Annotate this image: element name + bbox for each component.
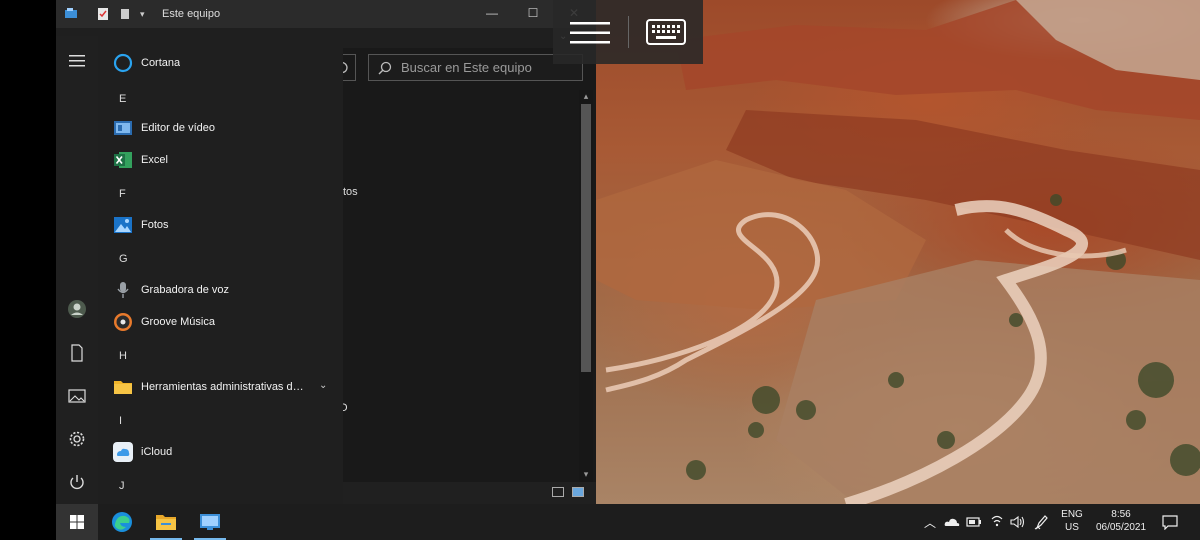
section-letter-i[interactable]: I	[119, 415, 122, 427]
scroll-up-arrow[interactable]: ▴	[579, 90, 593, 102]
video-editor-icon	[112, 117, 134, 139]
edge-icon	[112, 512, 132, 532]
folder-icon	[112, 376, 134, 398]
scroll-thumb[interactable]	[581, 104, 591, 372]
expand-menu-button[interactable]	[60, 44, 94, 78]
app-item-photos[interactable]: Fotos	[106, 210, 336, 240]
app-label: Groove Música	[141, 316, 215, 328]
clock-date: 06/05/2021	[1095, 522, 1147, 533]
user-account-button[interactable]	[60, 292, 94, 326]
start-rail	[56, 36, 98, 504]
region-code: US	[1065, 522, 1079, 533]
app-label: Cortana	[141, 57, 181, 69]
maximize-button[interactable]: ☐	[526, 6, 540, 20]
cortana-icon	[112, 52, 134, 74]
content-fragment: tos	[343, 186, 358, 198]
document-icon	[71, 344, 83, 362]
taskbar: ︿ ENG US 8:56 06/05/2021	[56, 504, 1200, 540]
start-button[interactable]	[56, 504, 98, 540]
this-pc-icon	[200, 514, 220, 530]
new-folder-icon[interactable]	[118, 7, 132, 21]
desktop-wallpaper	[596, 0, 1200, 504]
canyon-landscape	[596, 0, 1200, 504]
overlay-divider	[628, 16, 629, 48]
explorer-titlebar[interactable]: ▾ Este equipo — ☐ ✕	[56, 0, 596, 28]
overlay-menu-button[interactable]	[569, 20, 611, 46]
pictures-icon	[68, 389, 86, 403]
taskbar-file-explorer-button[interactable]	[146, 504, 186, 540]
app-label: Excel	[141, 154, 168, 166]
groove-music-icon	[112, 311, 134, 333]
search-box[interactable]	[368, 54, 583, 81]
explorer-content[interactable]: tos O	[339, 90, 579, 480]
customize-toolbar-icon[interactable]: ▾	[140, 7, 154, 21]
onedrive-icon[interactable]	[944, 517, 960, 527]
windows-logo-icon	[70, 515, 84, 529]
language-code: ENG	[1061, 509, 1083, 520]
avatar-icon	[68, 300, 86, 318]
gear-icon	[69, 431, 85, 447]
minimize-button[interactable]: —	[485, 6, 499, 20]
section-letter-h[interactable]: H	[119, 350, 127, 362]
clock[interactable]: 8:56 06/05/2021	[1092, 508, 1150, 534]
taskbar-this-pc-button[interactable]	[190, 504, 230, 540]
section-letter-f[interactable]: F	[119, 188, 126, 200]
remote-overlay-toolbar	[553, 0, 703, 64]
power-button[interactable]	[60, 465, 94, 499]
start-menu[interactable]: Cortana E Editor de vídeo Excel F Fotos …	[56, 36, 343, 504]
app-item-excel[interactable]: Excel	[106, 145, 336, 175]
input-language-indicator[interactable]: ENG US	[1056, 508, 1088, 534]
taskbar-edge-button[interactable]	[102, 504, 142, 540]
app-item-icloud[interactable]: iCloud	[106, 437, 336, 467]
app-label: Herramientas administrativas de...	[141, 381, 306, 393]
vertical-scrollbar[interactable]: ▴ ▾	[579, 90, 593, 482]
explorer-app-icon	[64, 7, 78, 21]
section-letter-e[interactable]: E	[119, 93, 126, 105]
status-bar	[343, 482, 596, 504]
hamburger-icon	[69, 55, 85, 67]
app-label: iCloud	[141, 446, 173, 458]
icloud-icon	[112, 441, 134, 463]
app-item-groove-music[interactable]: Groove Música	[106, 307, 336, 337]
app-item-admin-tools[interactable]: Herramientas administrativas de... ⌄	[106, 372, 336, 402]
app-label: Grabadora de voz	[141, 284, 230, 296]
wifi-icon[interactable]	[990, 515, 1004, 529]
chevron-down-icon[interactable]: ⌄	[319, 380, 327, 391]
pen-workspace-icon[interactable]	[1034, 514, 1048, 530]
power-icon	[70, 475, 84, 490]
search-icon	[378, 61, 392, 74]
details-view-icon[interactable]	[552, 487, 564, 497]
scroll-down-arrow[interactable]: ▾	[579, 468, 593, 480]
show-hidden-icons-icon[interactable]: ︿	[924, 514, 936, 531]
large-icons-view-icon[interactable]	[572, 487, 584, 497]
properties-icon[interactable]	[96, 7, 110, 21]
app-label: Editor de vídeo	[141, 122, 215, 134]
battery-icon[interactable]	[966, 517, 982, 527]
app-label: Fotos	[141, 219, 169, 231]
volume-icon[interactable]	[1010, 515, 1026, 529]
documents-button[interactable]	[60, 336, 94, 370]
folder-icon	[156, 515, 176, 530]
clock-time: 8:56	[1111, 509, 1131, 520]
pictures-button[interactable]	[60, 379, 94, 413]
notifications-icon[interactable]	[1162, 514, 1178, 530]
app-item-voice-recorder[interactable]: Grabadora de voz	[106, 275, 336, 305]
photos-icon	[112, 214, 134, 236]
microphone-icon	[112, 279, 134, 301]
hamburger-icon	[570, 22, 610, 44]
section-letter-g[interactable]: G	[119, 253, 128, 265]
section-letter-j[interactable]: J	[119, 480, 125, 492]
settings-button[interactable]	[60, 422, 94, 456]
excel-icon	[112, 149, 134, 171]
keyboard-button[interactable]	[646, 19, 686, 45]
app-item-cortana[interactable]: Cortana	[106, 48, 336, 78]
explorer-title: Este equipo	[162, 8, 221, 20]
keyboard-icon	[646, 19, 686, 45]
app-item-video-editor[interactable]: Editor de vídeo	[106, 113, 336, 143]
